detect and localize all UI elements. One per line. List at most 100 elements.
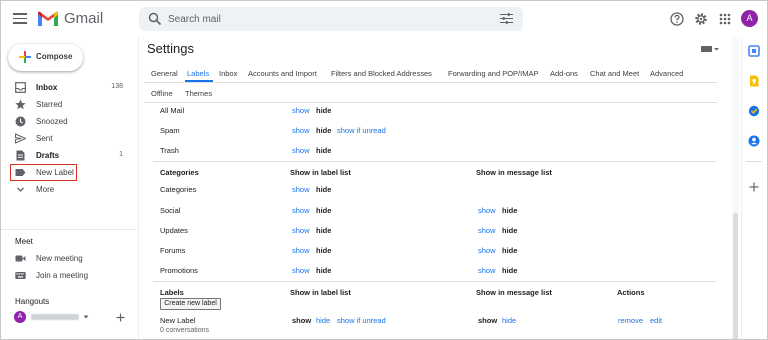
show-if-unread-link[interactable]: show if unread [337,126,386,135]
get-add-ons-icon[interactable] [748,181,760,193]
show-link[interactable]: show [292,106,310,115]
hide-option: hide [316,226,332,235]
tab-filters[interactable]: Filters and Blocked Addresses [331,69,432,78]
tab-forwarding[interactable]: Forwarding and POP/IMAP [448,69,538,78]
hide-option: hide [316,266,332,275]
tasks-icon[interactable] [748,105,760,117]
help-icon[interactable] [670,12,684,26]
message-show-link[interactable]: show [478,266,496,275]
sidebar-item-starred[interactable]: Starred [1,96,135,113]
search-icon[interactable] [148,12,162,26]
sidebar-item-label: Drafts [36,151,60,160]
show-if-unread-link[interactable]: show if unread [337,316,386,325]
tab-labels[interactable]: Labels [187,69,209,78]
sidebar-item-inbox[interactable]: Inbox 138 [1,79,135,96]
message-hide-option: hide [502,206,518,215]
system-label-spam: Spam [160,126,180,135]
remove-label-link[interactable]: remove [618,316,643,325]
tab-accounts-and-import[interactable]: Accounts and Import [248,69,317,78]
hide-option: hide [316,106,332,115]
show-link[interactable]: show [292,266,310,275]
show-link[interactable]: show [292,226,310,235]
hangouts-avatar[interactable]: A [14,311,26,323]
keyboard-icon [15,272,26,279]
compose-plus-icon [19,51,31,63]
tab-add-ons[interactable]: Add-ons [550,69,578,78]
meet-section-title: Meet [15,237,33,246]
top-bar: Gmail Search mail A [1,1,767,37]
unread-count: 138 [111,83,123,90]
hide-option: hide [316,206,332,215]
show-link[interactable]: show [292,246,310,255]
tab-themes[interactable]: Themes [185,89,212,98]
sidebar-item-sent[interactable]: Sent [1,130,135,147]
add-icon[interactable] [116,313,125,322]
blurred-user-name [31,314,79,320]
new-meeting-item[interactable]: New meeting [1,250,135,267]
caret-down-icon[interactable] [83,314,89,320]
compose-button[interactable]: Compose [8,44,83,71]
edit-label-link[interactable]: edit [650,316,662,325]
sidebar-item-drafts[interactable]: Drafts 1 [1,147,135,164]
category-row-name: Categories [160,185,197,194]
keep-icon[interactable] [748,75,760,87]
message-show-link[interactable]: show [478,206,496,215]
labels-header: Labels [160,288,184,297]
sidebar-item-label: More [36,185,55,194]
hide-link[interactable]: hide [316,316,330,325]
join-meeting-item[interactable]: Join a meeting [1,267,135,284]
message-hide-link[interactable]: hide [502,316,516,325]
calendar-icon[interactable] [748,45,760,57]
label-list-header: Show in label list [290,168,351,177]
category-row-name: Forums [160,246,186,255]
search-input[interactable] [168,10,488,28]
tabs-divider [144,82,717,83]
apps-grid-icon[interactable] [718,12,732,26]
show-link[interactable]: show [292,206,310,215]
hide-option: hide [316,246,332,255]
input-tools-icon[interactable] [701,46,719,52]
sidebar-item-more[interactable]: More [1,181,135,198]
show-link[interactable]: show [292,126,310,135]
conversation-count: 0 conversations [160,327,210,334]
video-camera-icon [15,255,26,262]
settings-gear-icon[interactable] [694,12,708,26]
tab-chat-and-meet[interactable]: Chat and Meet [590,69,639,78]
join-meeting-label: Join a meeting [36,271,89,280]
draft-count: 1 [119,151,123,158]
scrollbar-thumb[interactable] [733,213,738,339]
show-link[interactable]: show [292,146,310,155]
send-icon [15,133,26,144]
tab-advanced[interactable]: Advanced [650,69,683,78]
page-title: Settings [147,41,194,56]
message-show-link[interactable]: show [478,226,496,235]
tab-general[interactable]: General [151,69,178,78]
search-bar[interactable] [139,7,523,31]
tab-inbox[interactable]: Inbox [219,69,237,78]
category-row-name: Promotions [160,266,198,275]
system-label-all-mail: All Mail [160,106,185,115]
star-icon [15,99,26,110]
show-link[interactable]: show [292,185,310,194]
sidebar-item-label: Snoozed [36,117,68,126]
message-list-header: Show in message list [476,168,552,177]
message-list-header: Show in message list [476,288,552,297]
message-hide-option: hide [502,266,518,275]
actions-header: Actions [617,288,645,297]
content-left-edge [138,37,139,339]
sidebar-item-label: Inbox [36,83,58,92]
account-avatar[interactable]: A [741,10,758,27]
sidebar-item-snoozed[interactable]: Snoozed [1,113,135,130]
category-row-name: Social [160,206,181,215]
create-new-label-button[interactable]: Create new label [160,298,221,310]
message-show-link[interactable]: show [478,246,496,255]
search-options-icon[interactable] [500,13,513,24]
main-menu-icon[interactable] [13,13,27,24]
gmail-brand[interactable]: Gmail [64,10,103,27]
sidebar-item-label: Starred [36,100,63,109]
hide-option: hide [316,185,332,194]
contacts-icon[interactable] [748,135,760,147]
sidebar-divider [1,229,137,230]
message-show-option: show [478,316,498,325]
tab-offline[interactable]: Offline [151,89,173,98]
